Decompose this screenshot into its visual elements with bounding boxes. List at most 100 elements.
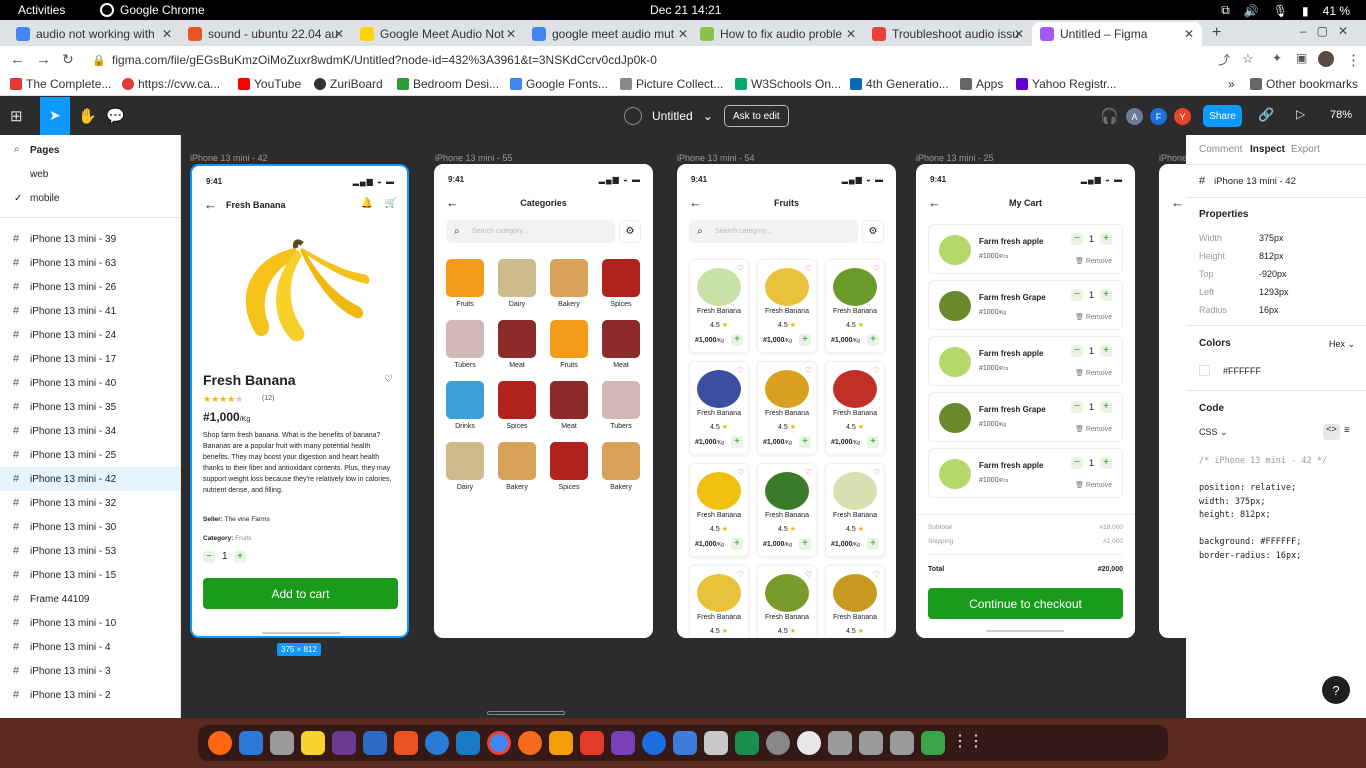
disk-icon[interactable]	[766, 731, 790, 755]
browser-tab[interactable]: audio not working with ✕	[8, 22, 180, 46]
fruit-card[interactable]: ♡Fresh Banana4.5 ★#1,000/Kg+	[825, 463, 885, 557]
category-item[interactable]: Bakery	[602, 442, 640, 491]
minus-button[interactable]: −	[203, 551, 215, 563]
remove-button[interactable]: 🗑 Remove	[1075, 481, 1112, 489]
comment-icon[interactable]: 💬	[106, 107, 125, 125]
cart-item[interactable]: Farm fresh apple #1000/Pcs −1 + 🗑 Remove	[928, 336, 1123, 386]
show-apps-icon[interactable]: ⋮⋮	[952, 731, 984, 755]
close-icon[interactable]: ✕	[334, 27, 344, 41]
activities-button[interactable]: Activities	[18, 3, 65, 17]
category-item[interactable]: Fruits	[550, 320, 588, 369]
heart-icon[interactable]: ♡	[873, 366, 880, 375]
thunderbird-icon[interactable]	[239, 731, 263, 755]
frame-label[interactable]: iPhone 13 mini - 25	[916, 153, 994, 163]
browser-tab[interactable]: Google Meet Audio Not ✕	[352, 22, 524, 46]
share-button[interactable]: Share	[1203, 105, 1242, 127]
bookmark[interactable]: Google Fonts...	[510, 77, 608, 91]
category-item[interactable]: Tubers	[446, 320, 484, 369]
category-item[interactable]: Meat	[602, 320, 640, 369]
plus-button[interactable]: +	[1100, 233, 1112, 245]
plus-button[interactable]: +	[867, 538, 879, 550]
layer-item[interactable]: # iPhone 13 mini - 4	[0, 635, 180, 659]
heart-icon[interactable]: ♡	[737, 366, 744, 375]
zoom-level[interactable]: 78%	[1330, 109, 1352, 121]
css-code-block[interactable]: /* iPhone 13 mini - 42 */ position: relat…	[1199, 455, 1327, 563]
layer-item[interactable]: # iPhone 13 mini - 26	[0, 275, 180, 299]
close-icon[interactable]: ✕	[1184, 27, 1194, 41]
plus-button[interactable]: +	[1100, 345, 1112, 357]
property-value[interactable]: 812px	[1259, 251, 1284, 261]
heart-icon[interactable]: ♡	[384, 374, 393, 385]
cart-item[interactable]: Farm fresh Grape #1000/Kg −1 + 🗑 Remove	[928, 392, 1123, 442]
bookmark[interactable]: The Complete...	[10, 77, 111, 91]
share-icon[interactable]: ⤴	[1218, 51, 1230, 68]
color-swatch[interactable]	[1199, 365, 1210, 376]
heart-icon[interactable]: ♡	[873, 468, 880, 477]
property-value[interactable]: 375px	[1259, 233, 1284, 243]
heart-icon[interactable]: ♡	[737, 264, 744, 273]
minus-button[interactable]: −	[1070, 345, 1083, 357]
pages-title[interactable]: Pages	[30, 145, 59, 156]
plus-button[interactable]: +	[1100, 457, 1112, 469]
headphones-icon[interactable]: 🎧	[1100, 107, 1119, 125]
fruit-search-input[interactable]: ⌕ Search category...	[689, 220, 858, 243]
bell-icon[interactable]: 🔔	[361, 198, 373, 209]
layer-item[interactable]: # iPhone 13 mini - 39	[0, 227, 180, 251]
back-icon[interactable]: ←	[10, 51, 25, 68]
page-item[interactable]: web	[30, 169, 48, 180]
lock-icon[interactable]: 🔒	[92, 54, 106, 67]
layer-item[interactable]: # iPhone 13 mini - 40	[0, 371, 180, 395]
category-item[interactable]: Meat	[498, 320, 536, 369]
close-icon[interactable]: ✕	[1014, 27, 1024, 41]
files-icon[interactable]	[270, 731, 294, 755]
browser-tab[interactable]: google meet audio mut ✕	[524, 22, 696, 46]
writer-icon[interactable]	[363, 731, 387, 755]
layer-item[interactable]: # Frame 44109	[0, 587, 180, 611]
remove-button[interactable]: 🗑 Remove	[1075, 425, 1112, 433]
fruit-card[interactable]: ♡Fresh Banana4.5 ★#1,000/Kg+	[757, 565, 817, 638]
browser-tab-active[interactable]: Untitled – Figma ✕	[1032, 22, 1202, 46]
avatar[interactable]: A	[1126, 108, 1143, 125]
other-bookmarks[interactable]: Other bookmarks	[1250, 77, 1358, 91]
code-view-icon[interactable]: <>	[1323, 424, 1340, 440]
heart-icon[interactable]: ♡	[737, 570, 744, 579]
minus-button[interactable]: −	[1070, 401, 1083, 413]
menu-icon[interactable]: ⋮	[1346, 51, 1361, 69]
chrome-icon[interactable]	[487, 731, 511, 755]
category-search-input[interactable]: ⌕ Search category...	[446, 220, 615, 243]
app-icon[interactable]	[642, 731, 666, 755]
close-icon[interactable]: ✕	[506, 27, 516, 41]
browser-tab[interactable]: Troubleshoot audio issu ✕	[864, 22, 1032, 46]
fruit-card[interactable]: ♡Fresh Banana4.5 ★#1,000/Kg+	[757, 259, 817, 353]
canvas-scrollbar[interactable]	[487, 711, 565, 715]
frame-label[interactable]: iPhone 13 mini - 42	[190, 153, 268, 163]
help-icon[interactable]	[425, 731, 449, 755]
frame-fruits[interactable]: 9:41 ▂▄▆ ◒ ▬ ← Fruits ⌕ Search category...…	[677, 164, 896, 638]
bookmark[interactable]: Apps	[960, 77, 1003, 91]
profile-avatar[interactable]	[1318, 51, 1334, 67]
remove-button[interactable]: 🗑 Remove	[1075, 369, 1112, 377]
cart-item[interactable]: Farm fresh Grape #1000/Kg −1 + 🗑 Remove	[928, 280, 1123, 330]
avatar[interactable]: Y	[1174, 108, 1191, 125]
help-button[interactable]: ?	[1322, 676, 1350, 704]
remove-button[interactable]: 🗑 Remove	[1075, 257, 1112, 265]
heart-icon[interactable]: ♡	[873, 570, 880, 579]
category-item[interactable]: Drinks	[446, 381, 484, 430]
forward-icon[interactable]: →	[36, 51, 51, 68]
list-view-icon[interactable]: ≡	[1344, 425, 1350, 436]
fruit-card[interactable]: ♡Fresh Banana4.5 ★#1,000/Kg+	[689, 259, 749, 353]
frame-partial[interactable]: ←	[1159, 164, 1186, 638]
layer-item[interactable]: # iPhone 13 mini - 42	[0, 467, 180, 491]
back-arrow-icon[interactable]: ←	[1171, 195, 1184, 210]
clock[interactable]: Dec 21 14:21	[650, 3, 721, 17]
link-icon[interactable]: 🔗	[1258, 107, 1274, 123]
frame-product-detail[interactable]: 9:41 ▂▄▆ ◒ ▬ ← Fresh Banana 🔔 🛒 Fresh Ban…	[190, 164, 409, 638]
drive-icon[interactable]	[859, 731, 883, 755]
system-tray[interactable]: ⧉ 🔊 🎙 ▮ 41 %	[1221, 3, 1350, 18]
property-value[interactable]: 1293px	[1259, 287, 1289, 297]
plus-button[interactable]: +	[867, 334, 879, 346]
category-item[interactable]: Dairy	[446, 442, 484, 491]
cart-item[interactable]: Farm fresh apple #1000/Pcs −1 + 🗑 Remove	[928, 448, 1123, 498]
fruit-card[interactable]: ♡Fresh Banana4.5 ★#1,000/Kg+	[689, 361, 749, 455]
figma-canvas[interactable]: iPhone 13 mini - 42 iPhone 13 mini - 55 …	[181, 135, 1186, 718]
